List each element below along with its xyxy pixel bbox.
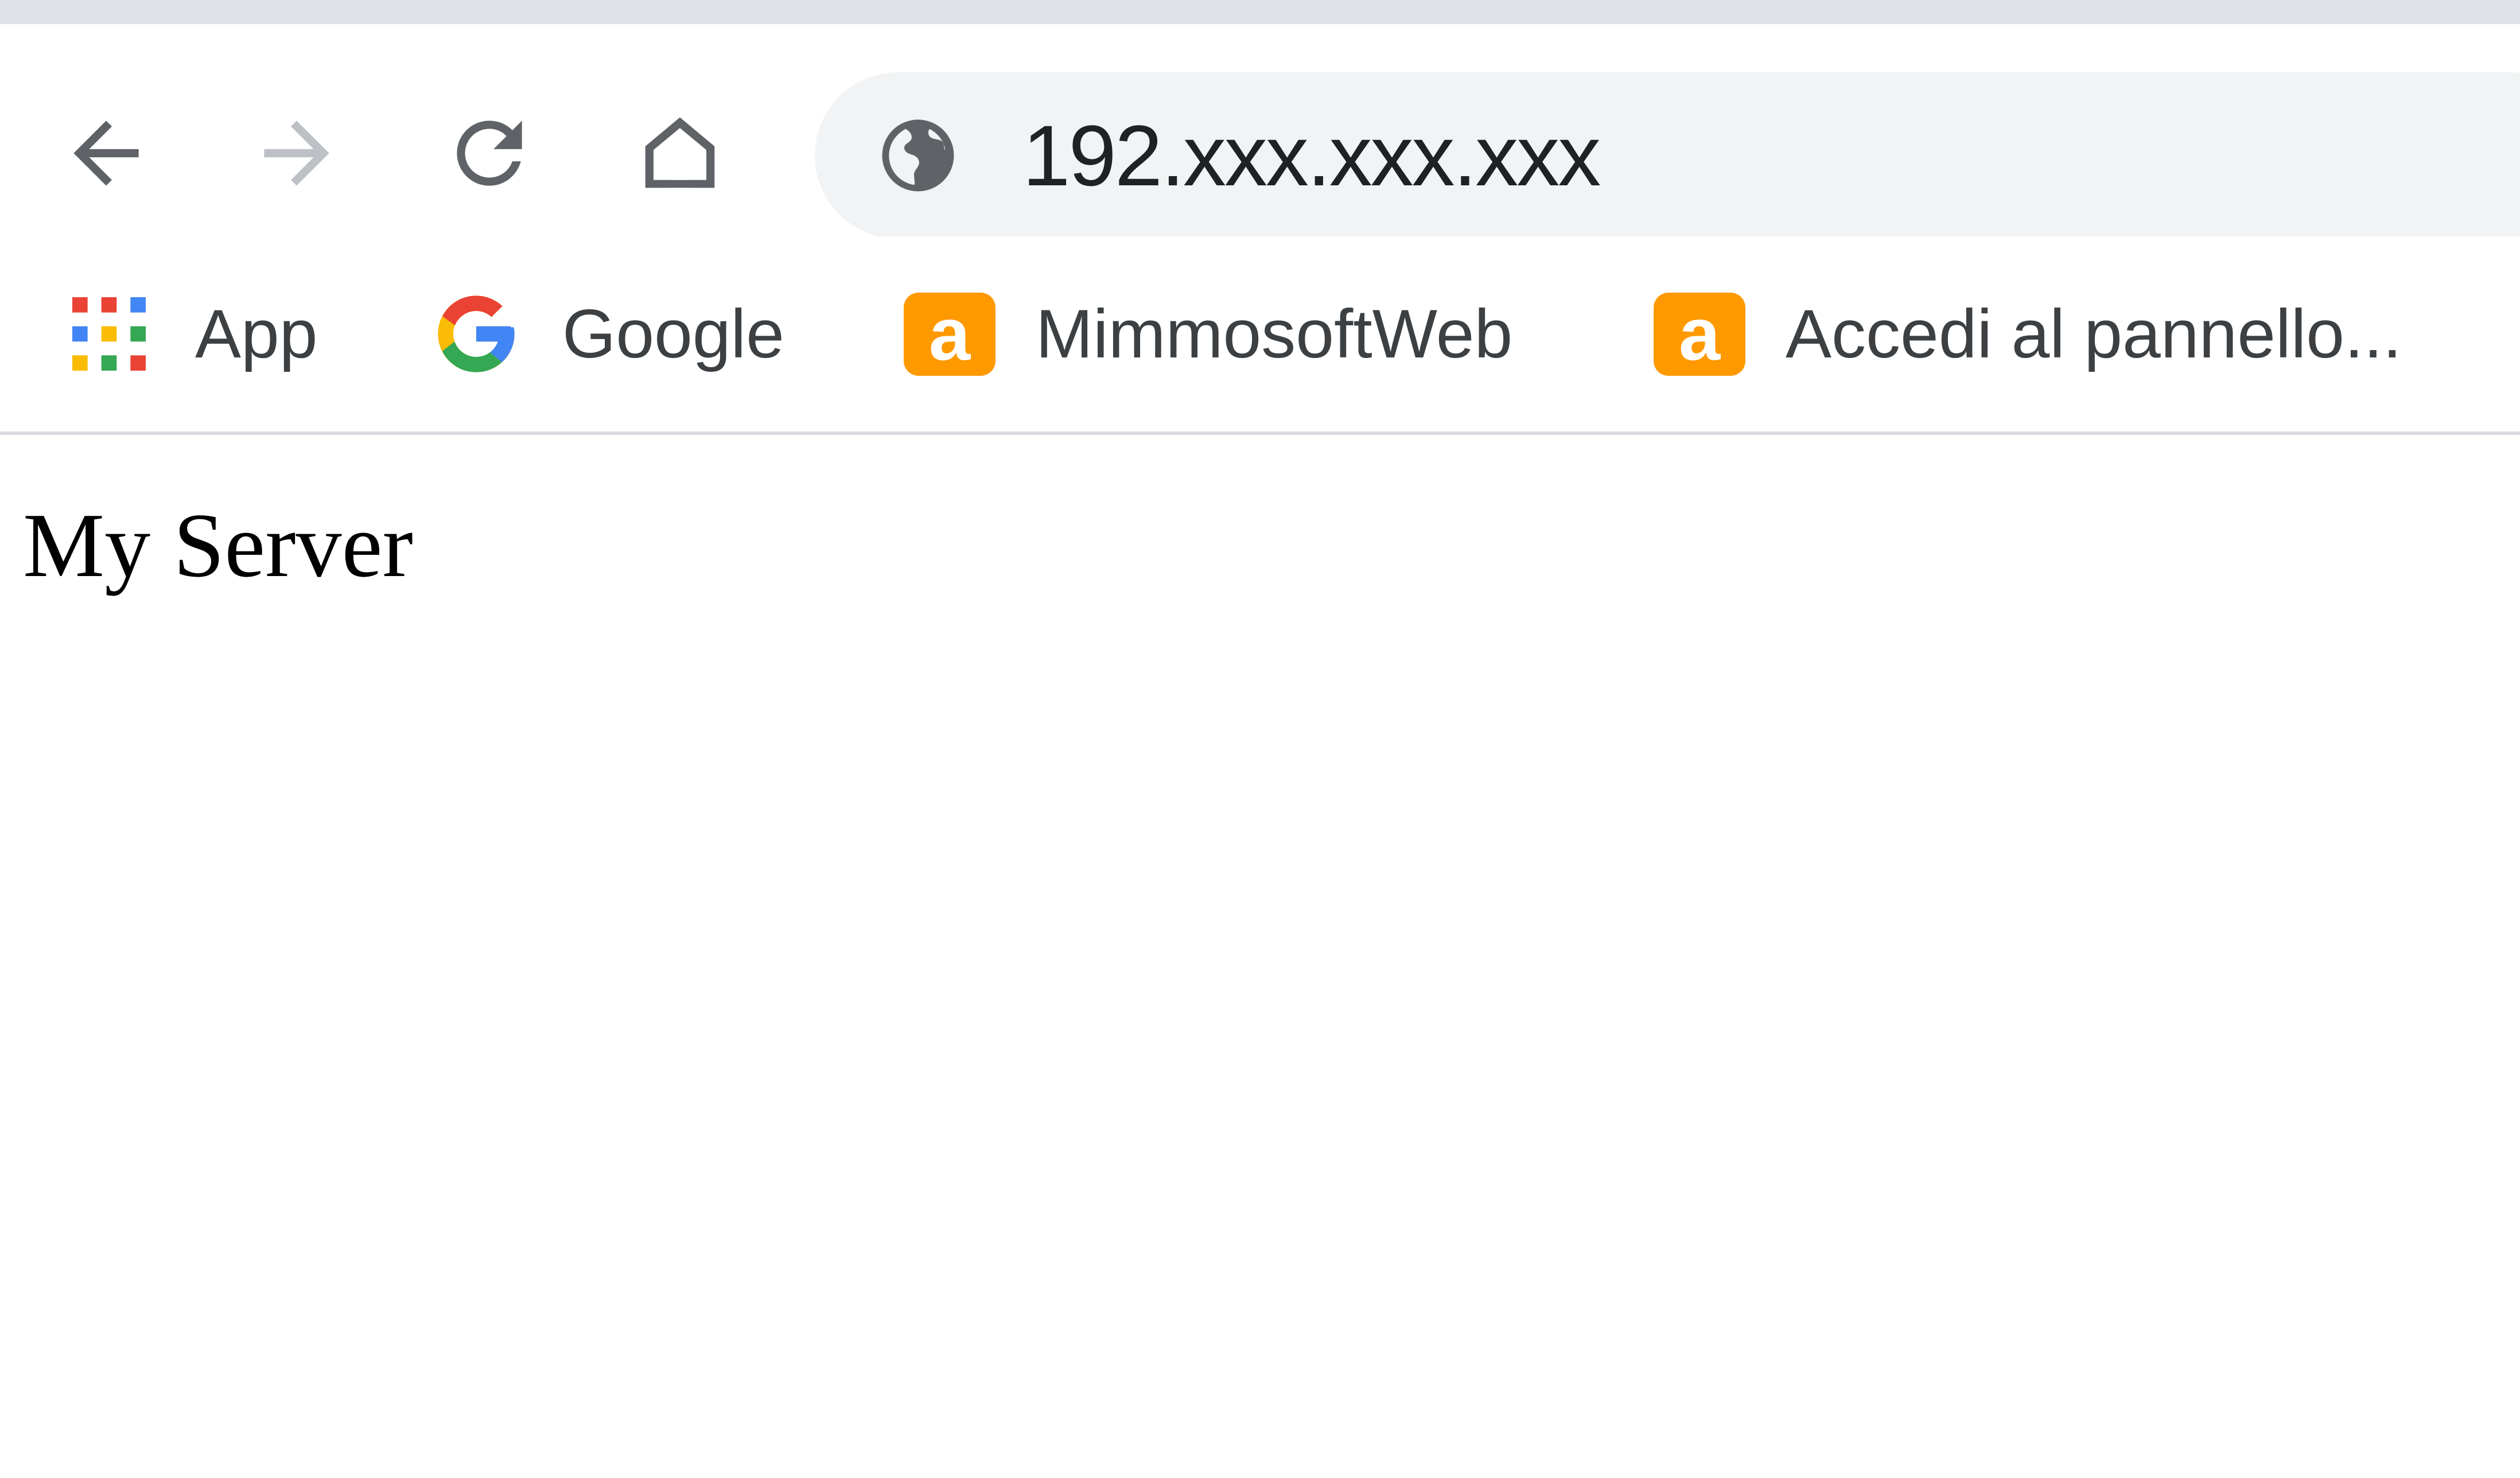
arrow-left-icon [73,120,139,186]
amazon-a-icon: a [1654,292,1745,376]
home-icon [645,117,715,188]
bookmark-label: App [195,295,318,372]
reload-icon [457,120,522,186]
bookmark-mimmosoftweb[interactable]: a MimmosoftWeb [904,277,1512,391]
browser-toolbar: 192.xxx.xxx.xxx [0,24,2520,239]
address-bar[interactable]: 192.xxx.xxx.xxx [815,72,2520,239]
tab-strip [0,0,2520,24]
forward-button[interactable] [248,104,345,202]
bookmark-label: MimmosoftWeb [1036,295,1513,372]
bookmarks-bar: App Google a MimmosoftWeb a Accedi al pa… [0,236,2520,435]
bookmark-accedi-al-pannello[interactable]: a Accedi al pannello... [1654,277,2402,391]
amazon-a-icon: a [904,292,995,376]
home-button[interactable] [631,104,729,202]
url-text[interactable]: 192.xxx.xxx.xxx [1022,72,1601,239]
google-g-icon [430,288,522,380]
bookmark-label: Accedi al pannello... [1786,295,2402,372]
arrow-right-icon [264,120,329,186]
page-body-text: My Server [23,494,413,596]
amazon-a-icon-wrap: a [904,288,995,380]
reload-button[interactable] [441,104,538,202]
back-button[interactable] [57,104,155,202]
page-viewport: My Server [0,435,2520,1478]
apps-grid-icon [63,288,155,380]
bookmark-google[interactable]: Google [430,277,784,391]
globe-icon[interactable] [875,112,961,199]
bookmark-app[interactable]: App [63,277,318,391]
bookmark-label: Google [562,295,784,372]
amazon-a-icon-wrap: a [1654,288,1745,380]
